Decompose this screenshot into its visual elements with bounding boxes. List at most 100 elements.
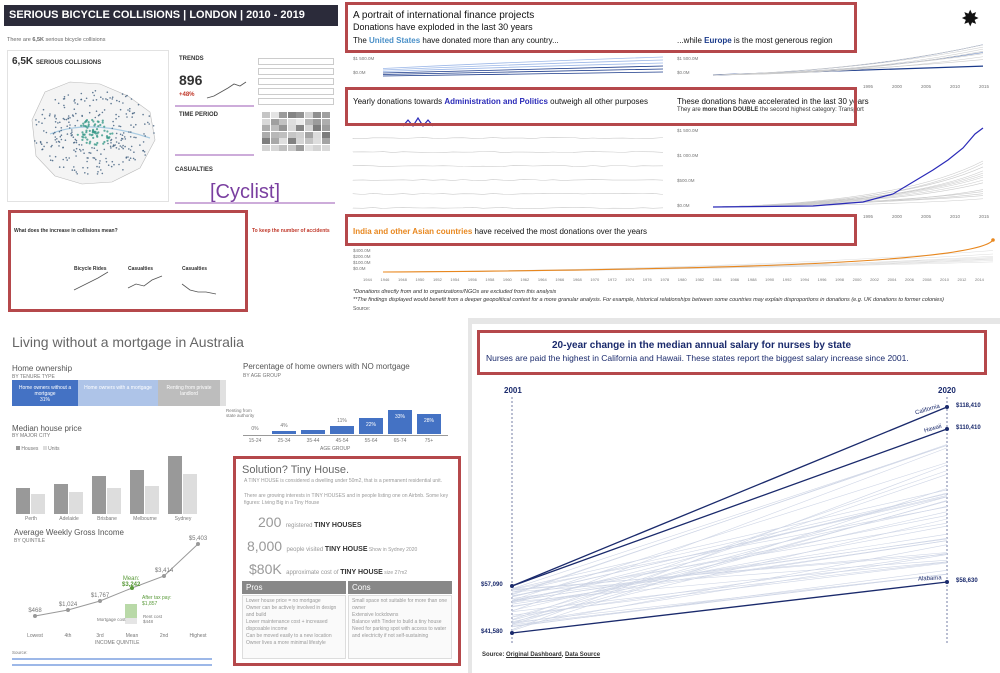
- highlight-tiny-house: [233, 456, 461, 666]
- quintile-label: Mean: [126, 633, 139, 639]
- left-value-2: $41,580: [481, 629, 503, 635]
- axis-label-mid-right: $1 500.0M: [677, 128, 699, 133]
- year-label-bottom: 1998: [835, 277, 845, 282]
- year-label-bottom: 2012: [958, 277, 968, 282]
- original-dashboard-link[interactable]: Original Dashboard: [506, 652, 562, 658]
- year-label-bottom: 1954: [450, 277, 460, 282]
- year-label-mid: 2005: [921, 214, 932, 219]
- axis-label-bottom: $0.0M: [353, 266, 366, 271]
- income-point: [162, 574, 166, 578]
- year-label-bottom: 1966: [555, 277, 565, 282]
- quintile-label: 2nd: [160, 633, 169, 639]
- year-label-bottom: 1964: [538, 277, 548, 282]
- year-label-bottom: 1994: [800, 277, 810, 282]
- year-label-bottom: 1946: [380, 277, 390, 282]
- income-point: [66, 608, 70, 612]
- nurses-slope-chart: [510, 397, 949, 644]
- category-series-line: [712, 172, 984, 208]
- year-label-bottom: 1980: [678, 277, 688, 282]
- state-endpoint: [510, 584, 514, 588]
- state-endpoint: [945, 405, 949, 409]
- right-value-1: $118,410: [956, 403, 981, 409]
- after-tax-annotation: After tax pay: $1,857: [142, 595, 172, 607]
- left-value-1: $57,090: [481, 582, 503, 588]
- year-label-bottom: 1990: [765, 277, 775, 282]
- india-end-dot: [991, 238, 995, 242]
- europe-series-line: [712, 52, 984, 76]
- year-label-bottom: 1948: [398, 277, 408, 282]
- income-point: [196, 542, 200, 546]
- year-label-bottom: 2008: [923, 277, 933, 282]
- highlight-nurses-title: [477, 330, 987, 375]
- year-label-bottom: 1976: [643, 277, 653, 282]
- axis-label-mid-right: $1 000.0M: [677, 153, 699, 158]
- europe-series-line: [712, 53, 984, 76]
- axis-label-top-right: $1 500.0M: [677, 56, 699, 61]
- state-line: [511, 462, 948, 601]
- region-series-line: [382, 257, 994, 273]
- quintile-axis: INCOME QUINTILE: [95, 640, 140, 646]
- year-label-top: 1995: [863, 84, 874, 89]
- year-label-bottom: 2000: [853, 277, 863, 282]
- state-line: [511, 470, 948, 620]
- income-point: [98, 599, 102, 603]
- year-label-top: 2015: [979, 84, 990, 89]
- year-label-top: 2000: [892, 84, 903, 89]
- us-series-line: [382, 59, 664, 71]
- purpose-series-line: [352, 192, 664, 195]
- year-label-bottom: 1988: [748, 277, 758, 282]
- label-alabama: Alabama: [917, 575, 942, 583]
- state-line: [511, 464, 948, 630]
- year-label-bottom: 1960: [503, 277, 513, 282]
- highlight-finance-title: [345, 2, 857, 53]
- year-label-bottom: 2006: [905, 277, 915, 282]
- nurses-panel: 20-year change in the median annual sala…: [472, 324, 1000, 673]
- finance-note-1: *Donations directly from and to organiza…: [353, 289, 557, 295]
- mean-annotation: Mean: $3,242: [122, 576, 141, 588]
- income-value: $5,403: [189, 536, 208, 542]
- year-label-mid: 2000: [892, 214, 903, 219]
- year-label-bottom: 1972: [608, 277, 618, 282]
- axis-label-top-left: $1 500.0M: [353, 56, 375, 61]
- right-value-3: $58,630: [956, 578, 978, 584]
- year-label-bottom: 1956: [468, 277, 478, 282]
- state-line: [511, 515, 948, 601]
- year-label-bottom: 1982: [695, 277, 705, 282]
- income-value: $1,767: [91, 593, 110, 599]
- state-line: [511, 518, 948, 623]
- year-label-bottom: 1944: [363, 277, 373, 282]
- bottom-right-text: To keep the number of accidents: [252, 228, 330, 234]
- income-value: $1,024: [59, 602, 78, 608]
- rent-cost-label: Rent cost $448: [143, 614, 163, 624]
- state-line: [511, 493, 948, 593]
- year-label-bottom: 1984: [713, 277, 723, 282]
- year-label-bottom: 2002: [870, 277, 880, 282]
- year-label-bottom: 1958: [485, 277, 495, 282]
- axis-label-bottom: $100.0M: [353, 260, 371, 265]
- year-label-bottom: 1996: [818, 277, 828, 282]
- state-line: [511, 570, 948, 628]
- mortgage-footer: Source:: [12, 650, 28, 655]
- income-value: $468: [28, 608, 42, 614]
- year-label-bottom: 1968: [573, 277, 583, 282]
- purpose-series-line: [352, 206, 664, 210]
- quintile-label: 3rd: [96, 633, 103, 639]
- purpose-series-line: [352, 165, 664, 168]
- admin-accelerated-line: [712, 127, 984, 208]
- year-label-mid: 2015: [979, 214, 990, 219]
- year-label-bottom: 1952: [433, 277, 443, 282]
- year-label-bottom: 1974: [625, 277, 635, 282]
- purpose-series-line: [352, 151, 664, 154]
- highlight-finance-india: [345, 214, 857, 246]
- year-label-bottom: 1970: [590, 277, 600, 282]
- data-source-link[interactable]: Data Source: [565, 652, 600, 658]
- year-label-mid: 1995: [863, 214, 874, 219]
- mortgage-cost-label: Mortgage cost: [97, 617, 126, 622]
- right-value-2: $110,410: [956, 425, 981, 431]
- quintile-label: Highest: [190, 633, 208, 639]
- finance-source: Source:: [353, 306, 371, 312]
- footer-link[interactable]: [12, 664, 212, 666]
- purpose-series-line: [352, 136, 664, 140]
- state-endpoint: [945, 427, 949, 431]
- footer-link[interactable]: [12, 658, 212, 660]
